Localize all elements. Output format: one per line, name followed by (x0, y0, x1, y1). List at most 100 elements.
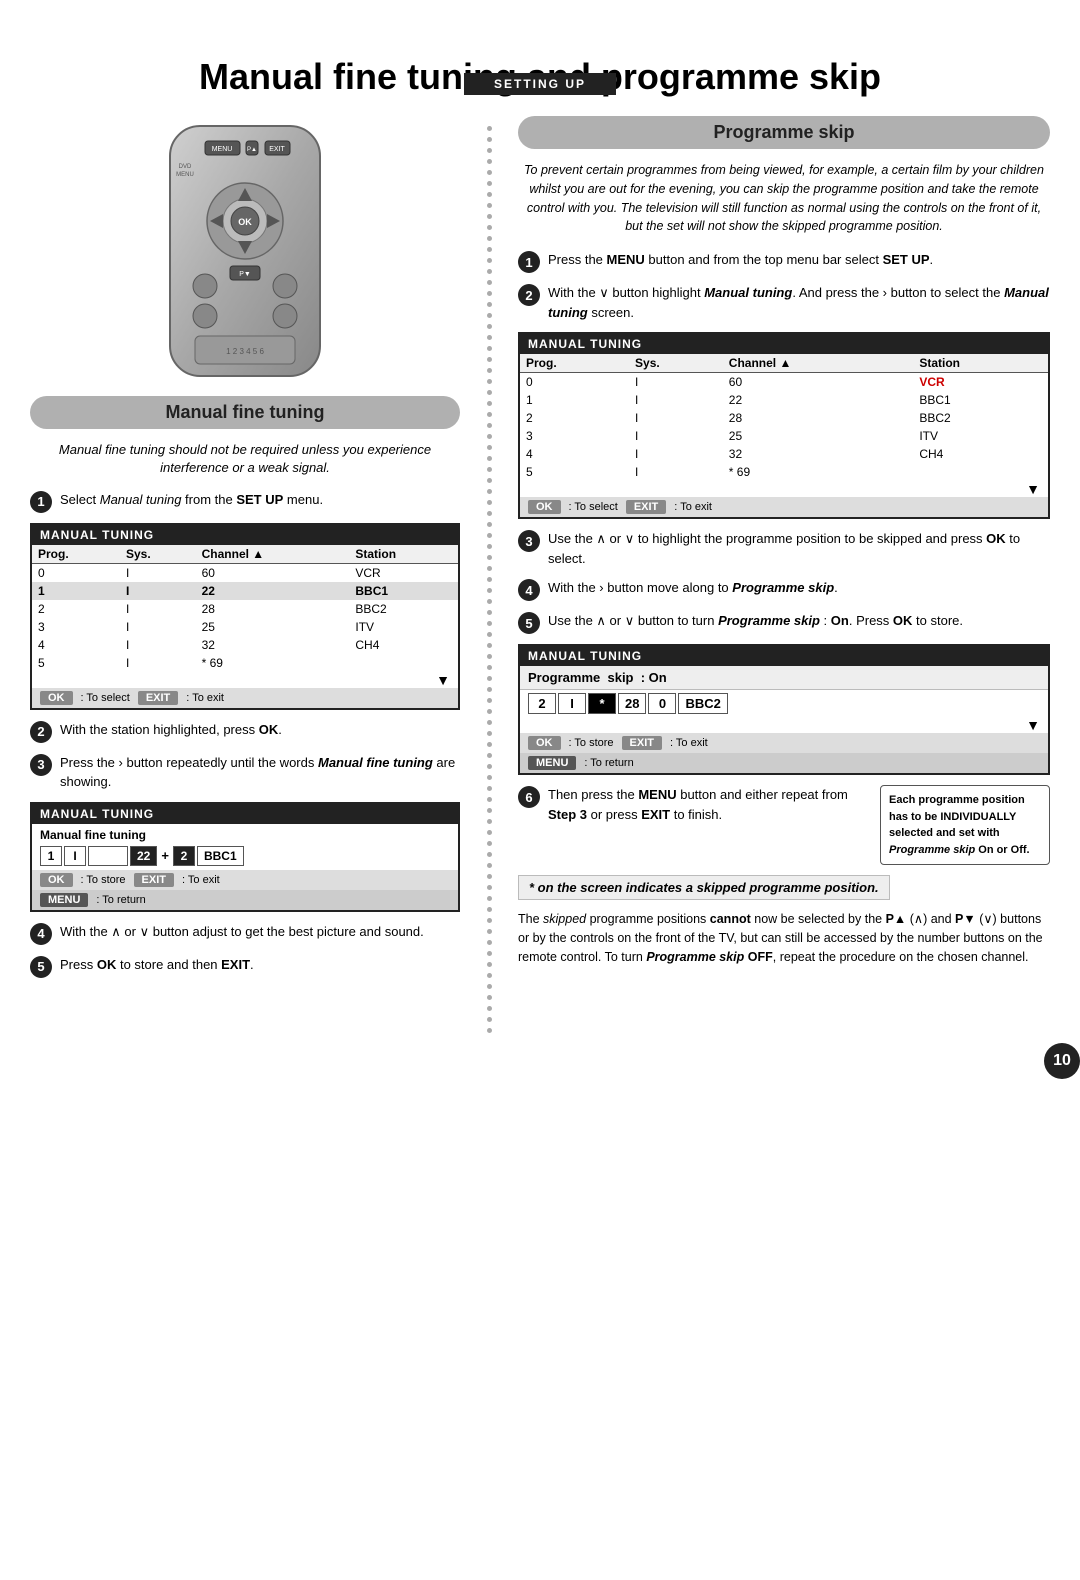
ok-text-skip: : To store (569, 737, 614, 749)
right-step-1: 1 Press the MENU button and from the top… (518, 250, 1050, 273)
menu-bar-ft: MENU : To return (32, 890, 458, 910)
table-row: 4I32CH4 (32, 636, 458, 654)
ok-button-2[interactable]: OK (528, 500, 561, 514)
exit-button-2[interactable]: EXIT (626, 500, 666, 514)
th2-channel: Channel ▲ (723, 354, 914, 373)
left-column: MENU P▲ EXIT DVD MENU (30, 116, 460, 1033)
step-num-5: 5 (30, 956, 52, 978)
fine-tune-display: Manual fine tuning 1 I 22 + 2 BBC1 (32, 824, 458, 870)
table-row: 0I60VCR (32, 563, 458, 582)
fine-tune-row: 1 I 22 + 2 BBC1 (40, 846, 450, 866)
ok-exit-bar-1: OK : To select EXIT : To exit (32, 688, 458, 708)
callout-box: Each programme position has to be INDIVI… (880, 785, 1050, 865)
ft-cell-1: 1 (40, 846, 62, 866)
fine-tune-title: MANUAL TUNING (32, 804, 458, 824)
table-row: 0I60VCR (520, 373, 1048, 392)
skip-display: 2 I * 28 0 BBC2 (520, 690, 1048, 717)
exit-text-1: : To exit (186, 692, 224, 704)
step-text-5: Press OK to store and then EXIT. (60, 955, 460, 975)
ok-exit-bar-skip: OK : To store EXIT : To exit (520, 733, 1048, 753)
divider-dots (480, 116, 498, 1033)
ok-button-1[interactable]: OK (40, 691, 73, 705)
right-step-4: 4 With the › button move along to Progra… (518, 578, 1050, 601)
th-prog: Prog. (32, 545, 120, 564)
menu-text-skip: : To return (584, 757, 633, 769)
ok-exit-bar-2: OK : To select EXIT : To exit (520, 497, 1048, 517)
ok-button-ft[interactable]: OK (40, 873, 73, 887)
fine-tune-box: MANUAL TUNING Manual fine tuning 1 I 22 … (30, 802, 460, 912)
ft-plus: + (159, 848, 171, 863)
ft-cell-6: BBC1 (197, 846, 244, 866)
tuning-box-2-title: MANUAL TUNING (520, 334, 1048, 354)
table-row: 1I22BBC1 (32, 582, 458, 600)
svg-text:EXIT: EXIT (269, 146, 285, 153)
prog-skip-header: Programme skip : On (520, 666, 1048, 690)
asterisk-note-area: * on the screen indicates a skipped prog… (518, 875, 1050, 900)
svg-text:1 2 3 4 5 6: 1 2 3 4 5 6 (226, 347, 264, 356)
menu-button-ft[interactable]: MENU (40, 893, 88, 907)
th2-prog: Prog. (520, 354, 629, 373)
table-row: 4I32CH4 (520, 445, 1048, 463)
right-step-text-1: Press the MENU button and from the top m… (548, 250, 1050, 270)
th2-sys: Sys. (629, 354, 723, 373)
ft-cell-5: 2 (173, 846, 195, 866)
step-text-1: Select Manual tuning from the SET UP men… (60, 490, 460, 510)
bottom-note: The skipped programme positions cannot n… (518, 910, 1050, 966)
exit-text-ft: : To exit (182, 874, 220, 886)
right-section-header: Programme skip (518, 116, 1050, 149)
left-section-header: Manual fine tuning (30, 396, 460, 429)
step-num-3: 3 (30, 754, 52, 776)
page-number: 10 (1044, 1043, 1080, 1079)
ok-button-skip[interactable]: OK (528, 736, 561, 750)
th-channel: Channel ▲ (196, 545, 350, 564)
skip-cell-4: 28 (618, 693, 646, 714)
ok-exit-bar-ft: OK : To store EXIT : To exit (32, 870, 458, 890)
fine-tune-header: Manual fine tuning (40, 828, 450, 842)
right-intro: To prevent certain programmes from being… (518, 161, 1050, 236)
step6-content: Then press the MENU button and either re… (548, 785, 1050, 865)
ft-cell-2: I (64, 846, 86, 866)
right-column: Programme skip To prevent certain progra… (518, 116, 1050, 1033)
step-text-3: Press the › button repeatedly until the … (60, 753, 460, 792)
table-row: 3I25ITV (32, 618, 458, 636)
skip-box: MANUAL TUNING Programme skip : On 2 I * … (518, 644, 1050, 775)
setting-up-label: SETTING UP (464, 73, 616, 95)
left-step-2: 2 With the station highlighted, press OK… (30, 720, 460, 743)
table-row: 1I22BBC1 (520, 391, 1048, 409)
table-row: 3I25ITV (520, 427, 1048, 445)
exit-button-1[interactable]: EXIT (138, 691, 178, 705)
exit-button-skip[interactable]: EXIT (622, 736, 662, 750)
exit-text-skip: : To exit (670, 737, 708, 749)
left-step-4: 4 With the ∧ or ∨ button adjust to get t… (30, 922, 460, 945)
skip-box-title: MANUAL TUNING (520, 646, 1048, 666)
step-text-4: With the ∧ or ∨ button adjust to get the… (60, 922, 460, 942)
table-row: 5I* 69 (32, 654, 458, 672)
right-step-num-4: 4 (518, 579, 540, 601)
right-step-text-6: Then press the MENU button and either re… (548, 785, 870, 824)
remote-image: MENU P▲ EXIT DVD MENU (30, 116, 460, 386)
svg-text:P▼: P▼ (239, 271, 251, 278)
svg-text:P▲: P▲ (247, 147, 257, 153)
menu-text-ft: : To return (96, 894, 145, 906)
ft-cell-4: 22 (130, 846, 157, 866)
right-step-3: 3 Use the ∧ or ∨ to highlight the progra… (518, 529, 1050, 568)
left-intro: Manual fine tuning should not be require… (30, 441, 460, 477)
skip-cell-1: 2 (528, 693, 556, 714)
main-layout: MENU P▲ EXIT DVD MENU (0, 116, 1080, 1033)
asterisk-note: * on the screen indicates a skipped prog… (518, 875, 890, 900)
right-step-num-2: 2 (518, 284, 540, 306)
menu-button-skip[interactable]: MENU (528, 756, 576, 770)
left-step-1: 1 Select Manual tuning from the SET UP m… (30, 490, 460, 513)
right-step-num-6: 6 (518, 786, 540, 808)
right-step-2: 2 With the ∨ button highlight Manual tun… (518, 283, 1050, 322)
right-step-num-3: 3 (518, 530, 540, 552)
left-step-3: 3 Press the › button repeatedly until th… (30, 753, 460, 792)
right-step-text-4: With the › button move along to Programm… (548, 578, 1050, 598)
right-step-num-5: 5 (518, 612, 540, 634)
menu-bar-skip: MENU : To return (520, 753, 1048, 773)
step-num-1: 1 (30, 491, 52, 513)
tuning-box-1: MANUAL TUNING Prog. Sys. Channel ▲ Stati… (30, 523, 460, 710)
right-step-6: 6 Then press the MENU button and either … (518, 785, 1050, 865)
exit-text-2: : To exit (674, 501, 712, 513)
exit-button-ft[interactable]: EXIT (134, 873, 174, 887)
